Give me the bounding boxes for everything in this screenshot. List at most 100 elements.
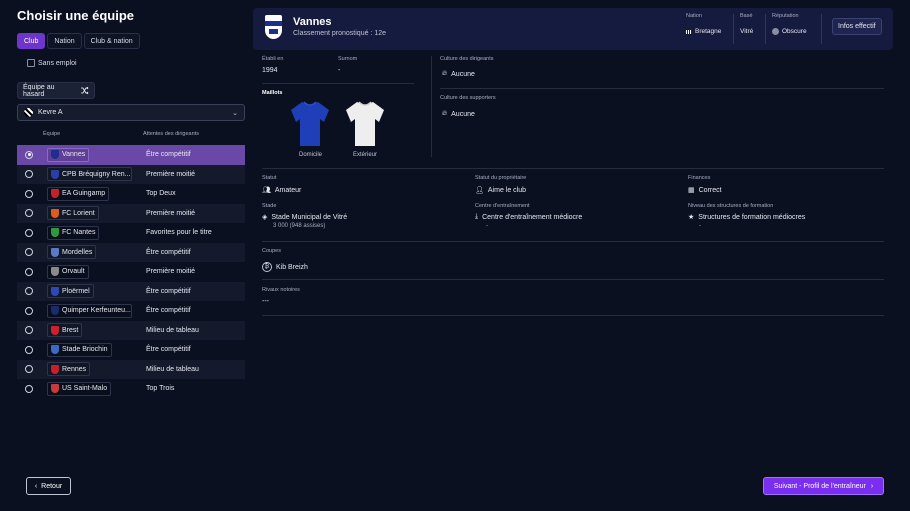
- chart-icon: ▦: [688, 187, 695, 194]
- team-row[interactable]: Rennes Milieu de tableau: [17, 359, 245, 379]
- divider: [765, 14, 766, 44]
- league-select[interactable]: Kevre A ⌄: [17, 104, 245, 121]
- team-radio[interactable]: [25, 209, 33, 218]
- team-expectation: Être compétitif: [146, 287, 191, 295]
- team-radio[interactable]: [25, 345, 33, 354]
- youth-value: ★ Structures de formation médiocres: [688, 213, 806, 222]
- team-radio[interactable]: [25, 267, 33, 276]
- back-button[interactable]: ‹ Retour: [26, 477, 71, 495]
- team-chip: FC Nantes: [47, 225, 100, 240]
- status-label: Statut: [262, 175, 277, 181]
- team-radio[interactable]: [25, 384, 33, 393]
- club-crest-icon: [51, 267, 59, 277]
- owner-value: 👤︎ Aime le club: [475, 186, 527, 195]
- divider: [262, 241, 884, 242]
- team-name: FC Lorient: [62, 209, 95, 217]
- shuffle-icon: [81, 87, 89, 94]
- team-radio[interactable]: [25, 365, 33, 374]
- team-row[interactable]: FC Lorient Première moitié: [17, 203, 245, 223]
- team-name: Brest: [62, 326, 79, 334]
- team-name: Vannes: [62, 151, 86, 159]
- team-expectation: Favorites pour le titre: [146, 229, 212, 237]
- nickname-label: Surnom: [338, 56, 358, 62]
- tab-nation[interactable]: Nation: [47, 33, 82, 49]
- board-culture-value: 🔥︎ Aucune: [442, 70, 475, 78]
- column-team[interactable]: Équipe: [43, 131, 60, 137]
- reputation-cell: Réputation Obscure: [772, 13, 807, 35]
- based-cell: Basé Vitré: [740, 13, 753, 35]
- team-radio[interactable]: [25, 306, 33, 315]
- team-row[interactable]: US Saint-Malo Top Trois: [17, 379, 245, 399]
- person-icon: 👤︎: [475, 187, 484, 194]
- team-chip: Rennes: [47, 362, 91, 377]
- stadium-capacity: 3 000 (948 assises): [273, 223, 326, 229]
- team-radio[interactable]: [25, 150, 33, 159]
- club-header-panel: Vannes Classement pronostiqué : 12e Nati…: [253, 8, 893, 50]
- team-row[interactable]: EA Guingamp Top Deux: [17, 184, 245, 204]
- league-flag-icon: [24, 108, 33, 117]
- status-value: 👥︎ Amateur: [262, 186, 302, 195]
- chevron-right-icon: ›: [870, 482, 874, 490]
- team-row[interactable]: Orvault Première moitié: [17, 262, 245, 282]
- home-kit-icon: [291, 101, 329, 146]
- divider: [440, 88, 884, 89]
- next-label: Suivant - Profil de l'entraîneur: [773, 482, 866, 490]
- people-icon: 👥︎: [262, 187, 271, 194]
- column-expectation[interactable]: Attentes des dirigeants: [143, 131, 199, 137]
- club-crest-icon: [51, 325, 59, 335]
- divider: [733, 14, 734, 44]
- squad-info-button[interactable]: Infos effectif: [832, 18, 882, 35]
- chevron-left-icon: ‹: [34, 482, 38, 490]
- team-row[interactable]: Stade Briochin Être compétitif: [17, 340, 245, 360]
- team-row[interactable]: Brest Milieu de tableau: [17, 320, 245, 340]
- club-predicted-rank: Classement pronostiqué : 12e: [293, 30, 386, 37]
- club-crest-icon: [51, 384, 59, 394]
- team-expectation: Première moitié: [146, 170, 196, 178]
- kits-label: Maillots: [262, 90, 283, 96]
- team-radio[interactable]: [25, 228, 33, 237]
- divider: [262, 315, 884, 316]
- team-radio[interactable]: [25, 326, 33, 335]
- reputation-icon: [772, 28, 779, 35]
- team-expectation: Être compétitif: [146, 248, 191, 256]
- team-row[interactable]: Quimper Kerfeunteu... Être compétitif: [17, 301, 245, 321]
- team-row[interactable]: CPB Bréquigny Ren... Première moitié: [17, 164, 245, 184]
- random-team-button[interactable]: Équipe au hasard: [17, 82, 95, 99]
- team-table-header: Équipe Attentes des dirigeants: [17, 129, 245, 141]
- tab-club[interactable]: Club: [17, 33, 46, 49]
- founded-value: 1994: [262, 67, 278, 74]
- owner-label: Statut du propriétaire: [475, 175, 527, 181]
- team-chip: Vannes: [47, 147, 90, 162]
- team-name: Ploërmel: [62, 287, 90, 295]
- reputation-label: Réputation: [772, 13, 799, 19]
- next-button[interactable]: Suivant - Profil de l'entraîneur ›: [763, 477, 884, 495]
- chevron-down-icon: ⌄: [232, 109, 238, 117]
- team-row[interactable]: FC Nantes Favorites pour le titre: [17, 223, 245, 243]
- club-crest-icon: [51, 150, 59, 160]
- team-radio[interactable]: [25, 170, 33, 179]
- team-name: EA Guingamp: [62, 190, 106, 198]
- cups-value: ₿ Kib Breizh: [262, 262, 308, 272]
- team-row[interactable]: Mordelles Être compétitif: [17, 242, 245, 262]
- founded-label: Établi en: [262, 56, 284, 62]
- team-radio[interactable]: [25, 248, 33, 257]
- team-list: Vannes Être compétitif CPB Bréquigny Ren..…: [17, 145, 245, 399]
- unemployed-checkbox[interactable]: [27, 59, 35, 67]
- team-expectation: Être compétitif: [146, 151, 191, 159]
- finances-value: ▦ Correct: [688, 186, 722, 195]
- training-sub: -: [486, 223, 488, 229]
- team-radio[interactable]: [25, 189, 33, 198]
- team-radio[interactable]: [25, 287, 33, 296]
- team-name: US Saint-Malo: [62, 385, 108, 393]
- based-label: Basé: [740, 13, 753, 19]
- unemployed-option[interactable]: Sans emploi: [27, 59, 77, 67]
- team-chip: EA Guingamp: [47, 186, 110, 201]
- team-row[interactable]: Ploërmel Être compétitif: [17, 281, 245, 301]
- club-crest-icon: [51, 364, 59, 374]
- nickname-value: -: [338, 67, 341, 74]
- divider: [431, 56, 432, 157]
- tab-club-nation[interactable]: Club & nation: [83, 33, 140, 49]
- home-kit-label: Domicile: [299, 152, 323, 158]
- team-chip: Brest: [47, 323, 83, 338]
- team-row[interactable]: Vannes Être compétitif: [17, 145, 245, 165]
